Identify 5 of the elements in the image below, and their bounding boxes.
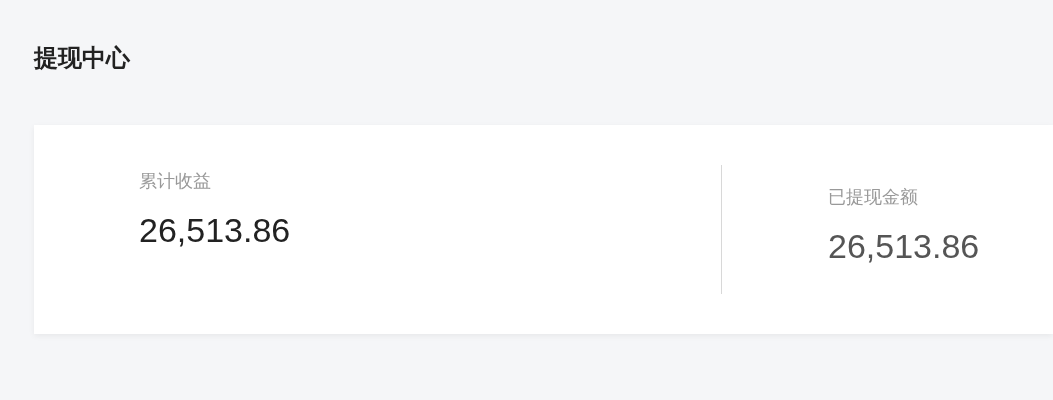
page-title: 提现中心 — [32, 43, 131, 73]
stat-label: 累计收益 — [139, 170, 211, 193]
stat-value: 26,513.86 — [828, 225, 980, 267]
stat-value: 26,513.86 — [139, 209, 291, 251]
stat-label: 已提现金额 — [828, 186, 918, 209]
